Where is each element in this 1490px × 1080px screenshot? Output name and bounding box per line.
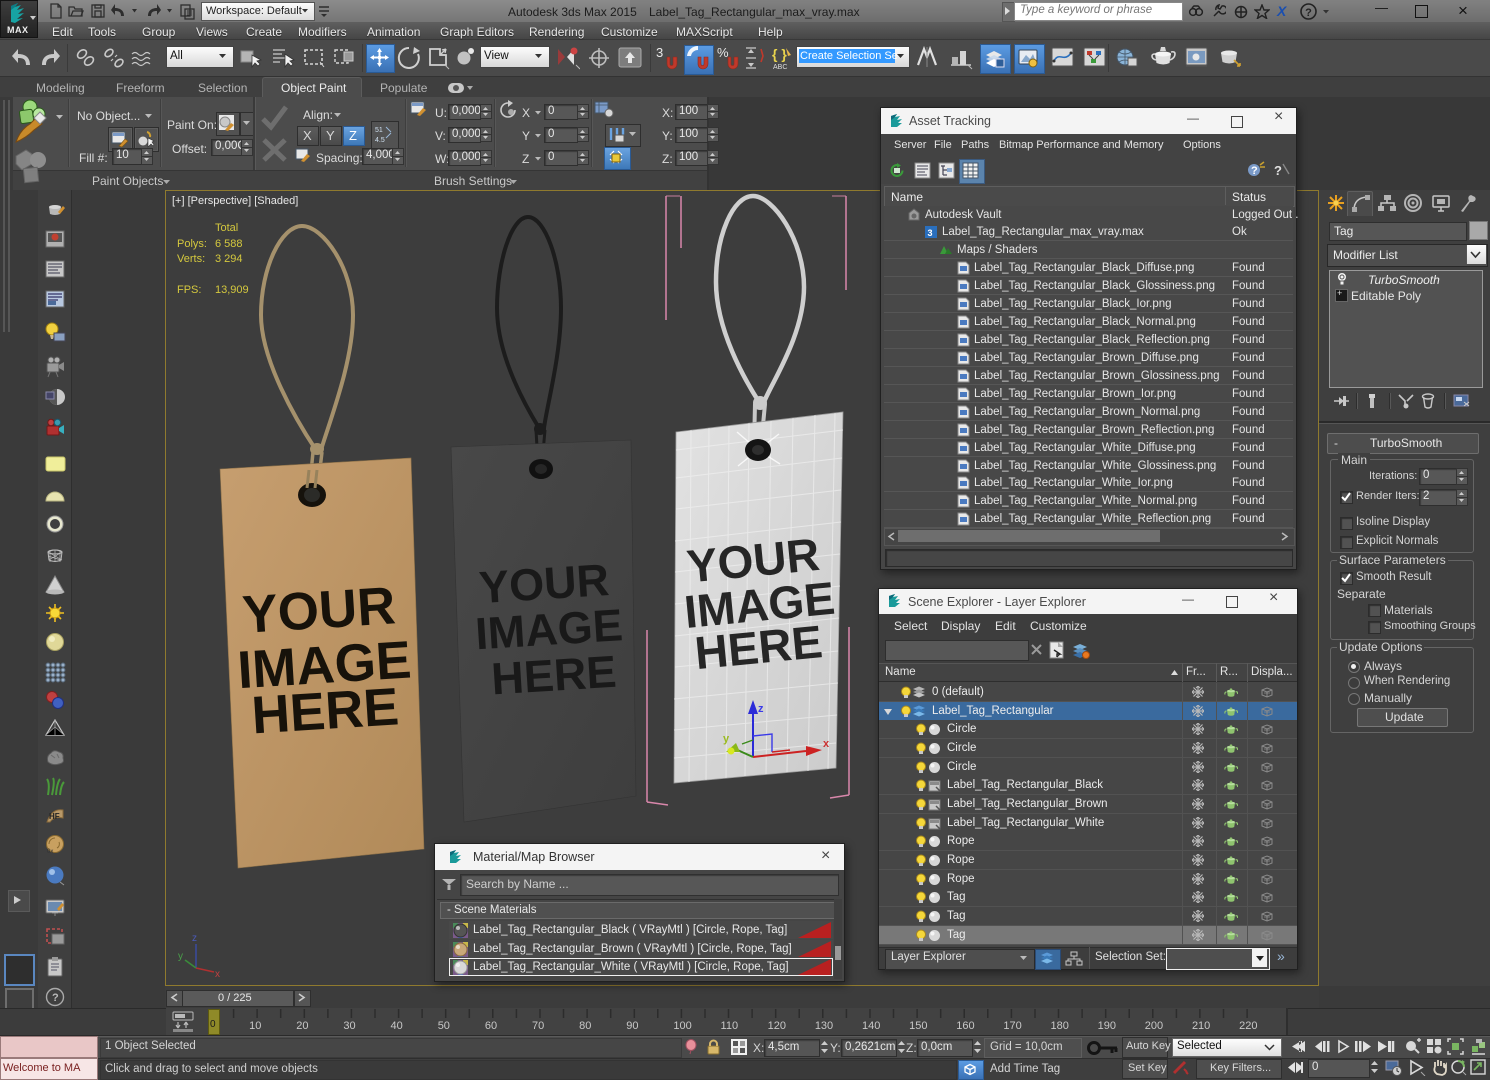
svg-text:4.5: 4.5: [375, 137, 385, 144]
svg-text:?: ?: [1305, 7, 1312, 19]
svg-text:?: ?: [52, 992, 59, 1004]
svg-text:0x: 0x: [47, 849, 53, 855]
svg-text:ABC: ABC: [773, 64, 787, 71]
svg-text:{ }: { }: [772, 46, 787, 62]
svg-text:y: y: [178, 951, 183, 962]
svg-text:HF: HF: [49, 812, 60, 821]
svg-text:x: x: [215, 969, 220, 980]
svg-text:?: ?: [1251, 165, 1258, 177]
svg-text:y: y: [723, 733, 730, 745]
svg-text:3: 3: [928, 228, 933, 238]
svg-text:51: 51: [375, 127, 383, 134]
svg-text:?: ?: [1274, 163, 1282, 178]
svg-text:x: x: [823, 738, 830, 750]
svg-text:HERE: HERE: [250, 677, 401, 745]
svg-text:z: z: [758, 703, 764, 715]
svg-text:HERE: HERE: [490, 646, 618, 705]
svg-text:z: z: [192, 933, 197, 944]
